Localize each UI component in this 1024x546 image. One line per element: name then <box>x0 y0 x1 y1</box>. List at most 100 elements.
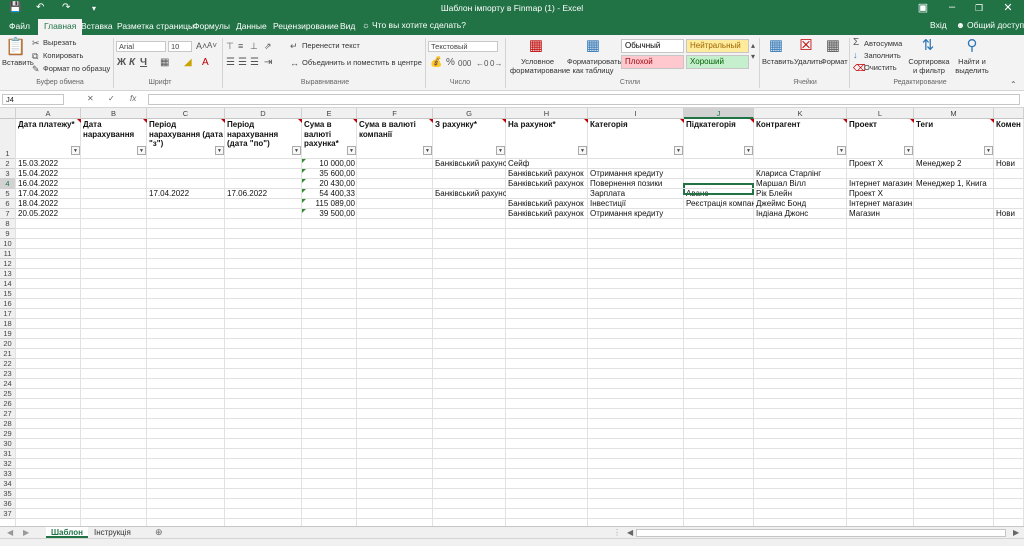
row-header[interactable]: 9 <box>0 229 16 239</box>
filter-dropdown-button[interactable]: ▼ <box>215 146 224 155</box>
sheet-tab-instruction[interactable]: Інструкція <box>89 527 136 538</box>
row-header[interactable]: 8 <box>0 219 16 229</box>
percent-button[interactable]: % <box>446 57 455 69</box>
column-header[interactable]: K <box>754 108 847 119</box>
fill-button[interactable]: Заполнить <box>864 51 901 60</box>
name-box[interactable]: J4 <box>2 94 64 105</box>
filter-dropdown-button[interactable]: ▼ <box>496 146 505 155</box>
header-cell[interactable]: Контрагент <box>754 119 847 157</box>
copy-button[interactable]: Копировать <box>43 51 83 60</box>
filter-dropdown-button[interactable]: ▼ <box>137 146 146 155</box>
align-right-icon[interactable]: ☰ <box>250 57 259 69</box>
orientation-icon[interactable]: ⇗ <box>264 40 272 52</box>
thousands-button[interactable]: 000 <box>458 58 471 70</box>
row-header[interactable]: 12 <box>0 259 16 269</box>
close-icon[interactable]: ✕ <box>998 1 1018 14</box>
row-header[interactable]: 20 <box>0 339 16 349</box>
font-color-icon[interactable]: A <box>202 57 209 69</box>
row-header[interactable]: 5 <box>0 189 16 199</box>
row-header[interactable]: 35 <box>0 489 16 499</box>
row-header[interactable]: 17 <box>0 309 16 319</box>
number-format-select[interactable]: Текстовый <box>428 41 498 52</box>
format-painter-button[interactable]: Формат по образцу <box>43 64 110 73</box>
column-header[interactable]: L <box>847 108 914 119</box>
row-header[interactable]: 6 <box>0 199 16 209</box>
currency-icon[interactable]: 💰 <box>430 57 442 69</box>
share-button[interactable]: Общий доступ <box>967 20 1024 30</box>
format-cells-button[interactable]: Формат <box>821 57 848 66</box>
insert-cells-button[interactable]: Вставить <box>762 57 794 66</box>
style-neutral[interactable]: Нейтральный <box>686 39 749 53</box>
filter-dropdown-button[interactable]: ▼ <box>837 146 846 155</box>
align-left-icon[interactable]: ☰ <box>226 57 235 69</box>
restore-icon[interactable]: ❐ <box>969 3 989 14</box>
sign-in-link[interactable]: Вхід <box>930 20 947 30</box>
grow-font-icon[interactable]: A˄ <box>196 40 207 52</box>
style-good[interactable]: Хороший <box>686 55 749 69</box>
tab-view[interactable]: Вид <box>334 19 361 35</box>
cut-button[interactable]: Вырезать <box>43 38 76 47</box>
column-header[interactable]: M <box>914 108 994 119</box>
worksheet-grid[interactable]: A B C D E F G H I J K L M 1 2 3 4 5 6 7 8 9 10 11 1… <box>0 108 1024 526</box>
column-header[interactable] <box>994 108 1024 119</box>
filter-dropdown-button[interactable]: ▼ <box>347 146 356 155</box>
scroll-tabs-right-icon[interactable]: ▶ <box>18 527 34 538</box>
confirm-entry-icon[interactable]: ✓ <box>108 94 115 103</box>
row-header[interactable]: 2 <box>0 159 16 169</box>
header-cell[interactable]: На рахунок* <box>506 119 588 157</box>
column-header[interactable]: B <box>81 108 147 119</box>
styles-scroll-down-icon[interactable]: ▾ <box>751 51 755 63</box>
increase-decimal-icon[interactable]: ←0 <box>476 58 488 70</box>
filter-dropdown-button[interactable]: ▼ <box>71 146 80 155</box>
row-header[interactable]: 31 <box>0 449 16 459</box>
cancel-entry-icon[interactable]: ✕ <box>87 94 94 103</box>
tab-file[interactable]: Файл <box>3 19 36 35</box>
column-header-selected[interactable]: J <box>684 108 754 119</box>
row-header[interactable]: 26 <box>0 399 16 409</box>
bold-button[interactable]: Ж <box>117 57 126 69</box>
row-header[interactable]: 36 <box>0 499 16 509</box>
filter-dropdown-button[interactable]: ▼ <box>674 146 683 155</box>
font-name-select[interactable]: Arial <box>116 41 166 52</box>
header-cell[interactable]: Теги <box>914 119 994 157</box>
filter-dropdown-button[interactable]: ▼ <box>904 146 913 155</box>
paste-icon[interactable]: 📋 <box>5 37 26 57</box>
align-top-icon[interactable]: ⊤ <box>226 40 234 52</box>
column-header[interactable]: E <box>302 108 357 119</box>
row-header[interactable]: 28 <box>0 419 16 429</box>
row-header[interactable]: 7 <box>0 209 16 219</box>
row-header[interactable]: 34 <box>0 479 16 489</box>
row-header[interactable]: 1 <box>0 119 16 159</box>
align-bottom-icon[interactable]: ⊥ <box>250 40 258 52</box>
insert-function-button[interactable]: fx <box>130 94 136 103</box>
column-header[interactable]: H <box>506 108 588 119</box>
clear-button[interactable]: Очистить <box>864 63 897 72</box>
row-header[interactable]: 18 <box>0 319 16 329</box>
tell-me-input[interactable]: Что вы хотите сделать? <box>372 20 466 30</box>
row-header[interactable]: 29 <box>0 429 16 439</box>
paste-button[interactable]: Вставить <box>2 58 34 67</box>
row-header[interactable]: 30 <box>0 439 16 449</box>
filter-dropdown-button[interactable]: ▼ <box>292 146 301 155</box>
fill-color-icon[interactable]: ◢ <box>184 57 192 69</box>
wrap-text-button[interactable]: Перенести текст <box>302 41 360 50</box>
column-header[interactable]: I <box>588 108 684 119</box>
column-header[interactable]: A <box>16 108 81 119</box>
header-cell[interactable]: Період нарахування (дата "з") <box>147 119 225 157</box>
select-all-corner[interactable] <box>0 108 16 119</box>
filter-dropdown-button[interactable]: ▼ <box>744 146 753 155</box>
conditional-formatting-button[interactable]: Условное форматирование <box>510 57 570 75</box>
row-header[interactable]: 22 <box>0 359 16 369</box>
tab-review[interactable]: Рецензирование <box>267 19 345 35</box>
row-header[interactable]: 14 <box>0 279 16 289</box>
row-header[interactable]: 16 <box>0 299 16 309</box>
column-header[interactable]: G <box>433 108 506 119</box>
row-header[interactable]: 19 <box>0 329 16 339</box>
row-header[interactable]: 25 <box>0 389 16 399</box>
align-center-icon[interactable]: ☰ <box>238 57 247 69</box>
indent-icon[interactable]: ⇥ <box>264 57 272 69</box>
column-header[interactable]: C <box>147 108 225 119</box>
row-header[interactable]: 13 <box>0 269 16 279</box>
row-header[interactable]: 10 <box>0 239 16 249</box>
header-cell[interactable]: Комен <box>994 119 1024 157</box>
